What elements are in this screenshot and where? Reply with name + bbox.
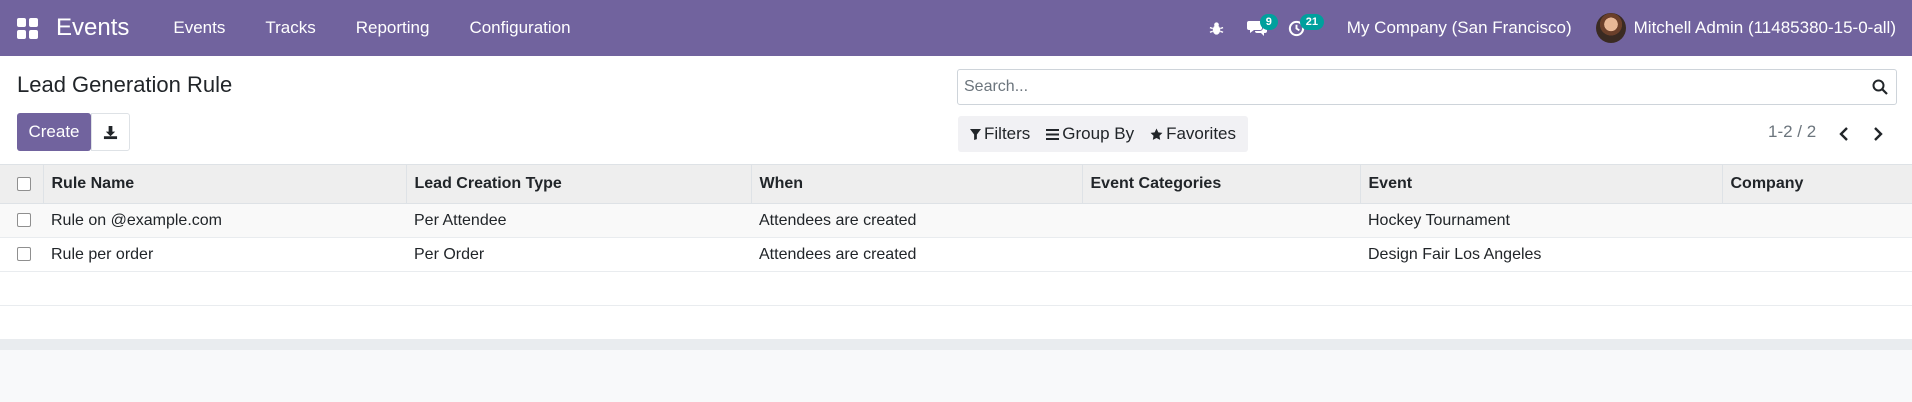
activities-badge: 21 xyxy=(1299,14,1325,30)
user-menu[interactable]: Mitchell Admin (11485380-15-0-all) xyxy=(1595,13,1912,43)
row-select-cell xyxy=(0,238,43,272)
column-header-when[interactable]: When xyxy=(750,164,1082,204)
row-checkbox[interactable] xyxy=(17,247,31,262)
row-select-cell xyxy=(0,204,43,238)
cell-lead-creation-type[interactable]: Per Attendee xyxy=(406,204,751,238)
bars-icon xyxy=(1046,128,1060,140)
filters-label: Filters xyxy=(984,124,1031,143)
cell-event-categories[interactable] xyxy=(1082,238,1360,272)
table-row[interactable]: Rule on @example.com Per Attendee Attend… xyxy=(0,203,1912,238)
menu-reporting[interactable]: Reporting xyxy=(336,0,450,56)
star-icon xyxy=(1150,128,1163,140)
favorites-label: Favorites xyxy=(1166,124,1237,143)
cell-company[interactable] xyxy=(1722,204,1912,238)
row-checkbox[interactable] xyxy=(17,213,31,228)
group-by-button[interactable]: Group By xyxy=(1038,116,1142,152)
top-navbar: Events Events Tracks Reporting Configura… xyxy=(0,0,1912,56)
column-header-event-categories[interactable]: Event Categories xyxy=(1081,164,1360,204)
cell-lead-creation-type[interactable]: Per Order xyxy=(406,238,751,272)
chevron-left-icon xyxy=(1839,127,1848,141)
control-panel: Lead Generation Rule Create Filters G xyxy=(0,56,1912,164)
navbar-systray: 9 21 My Company (San Francisco) Mitchell… xyxy=(1197,0,1912,56)
column-header-company[interactable]: Company xyxy=(1721,164,1912,204)
page-title: Lead Generation Rule xyxy=(17,72,233,97)
search-box xyxy=(957,69,1897,105)
table-header: Rule Name Lead Creation Type When Event … xyxy=(0,164,1912,204)
apps-menu-button[interactable] xyxy=(0,0,54,56)
menu-configuration[interactable]: Configuration xyxy=(449,0,590,56)
export-button[interactable] xyxy=(91,113,130,151)
group-by-label: Group By xyxy=(1062,124,1135,143)
apps-grid-icon xyxy=(16,17,38,39)
messages-badge: 9 xyxy=(1259,14,1278,30)
table-row[interactable]: Rule per order Per Order Attendees are c… xyxy=(0,237,1912,272)
app-brand[interactable]: Events xyxy=(56,14,129,42)
debug-button[interactable] xyxy=(1197,0,1237,56)
column-header-lead-creation-type[interactable]: Lead Creation Type xyxy=(405,164,751,204)
empty-row xyxy=(0,272,1912,306)
column-header-rule-name[interactable]: Rule Name xyxy=(42,164,406,204)
pager-value[interactable]: 1-2 / 2 xyxy=(1768,122,1816,142)
avatar xyxy=(1595,13,1626,43)
cell-event-categories[interactable] xyxy=(1082,204,1360,238)
activities-button[interactable]: 21 xyxy=(1277,0,1325,56)
filters-button[interactable]: Filters xyxy=(962,116,1038,152)
pager-previous-button[interactable] xyxy=(1832,122,1856,146)
filter-icon xyxy=(970,128,981,140)
column-header-event[interactable]: Event xyxy=(1359,164,1722,204)
search-input[interactable] xyxy=(964,72,1844,102)
bug-icon xyxy=(1209,21,1224,35)
list-footer-strip xyxy=(0,340,1912,350)
cell-company[interactable] xyxy=(1722,238,1912,272)
select-all-checkbox[interactable] xyxy=(17,176,31,191)
list-view: Rule Name Lead Creation Type When Event … xyxy=(0,164,1912,340)
menu-events[interactable]: Events xyxy=(153,0,245,56)
cell-rule-name[interactable]: Rule per order xyxy=(43,238,406,272)
cell-when[interactable]: Attendees are created xyxy=(751,238,1082,272)
search-icon[interactable] xyxy=(1872,79,1888,95)
rules-table: Rule Name Lead Creation Type When Event … xyxy=(0,164,1912,272)
company-switcher[interactable]: My Company (San Francisco) xyxy=(1317,18,1596,38)
pager-next-button[interactable] xyxy=(1866,122,1890,146)
empty-row xyxy=(0,306,1912,340)
favorites-button[interactable]: Favorites xyxy=(1142,116,1244,152)
create-button[interactable]: Create xyxy=(17,113,91,151)
download-icon xyxy=(103,125,118,139)
menu-tracks[interactable]: Tracks xyxy=(245,0,335,56)
messages-button[interactable]: 9 xyxy=(1237,0,1278,56)
cell-event[interactable]: Design Fair Los Angeles xyxy=(1360,238,1722,272)
search-options-bar: Filters Group By Favorites xyxy=(958,116,1249,152)
select-all-cell xyxy=(0,165,43,204)
chevron-right-icon xyxy=(1874,127,1883,141)
cell-event[interactable]: Hockey Tournament xyxy=(1360,204,1722,238)
cell-rule-name[interactable]: Rule on @example.com xyxy=(43,204,406,238)
user-name: Mitchell Admin (11485380-15-0-all) xyxy=(1633,18,1896,37)
cell-when[interactable]: Attendees are created xyxy=(751,204,1082,238)
